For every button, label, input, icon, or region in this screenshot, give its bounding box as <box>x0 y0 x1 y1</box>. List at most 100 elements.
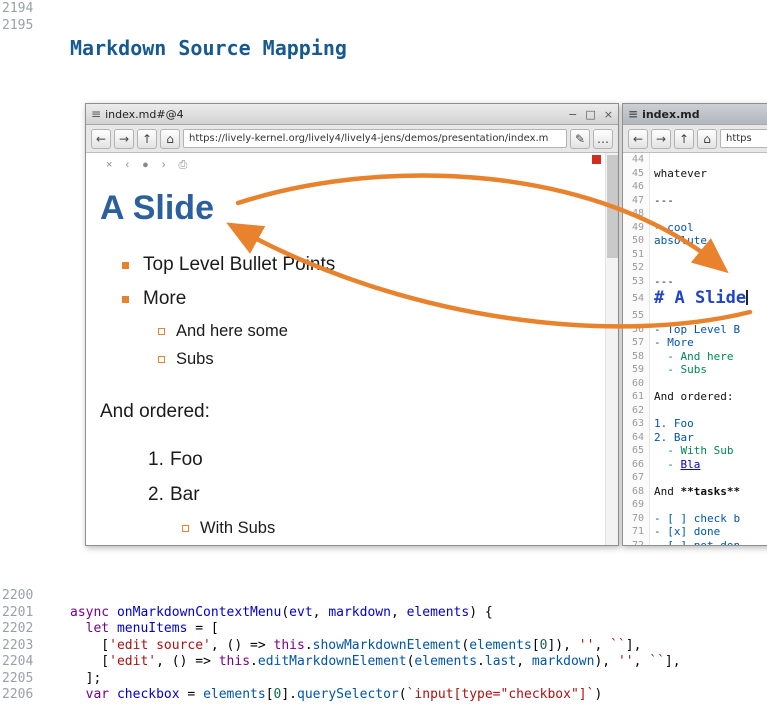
editor-line[interactable]: 53--- <box>623 275 767 289</box>
window-controls: − □ × <box>568 108 613 121</box>
editor-line[interactable]: 69 <box>623 498 767 512</box>
url-input[interactable]: https://lively-kernel.org/lively4/lively… <box>183 129 567 148</box>
editor-line-text: - [ ] check b <box>650 512 767 526</box>
back-button[interactable]: ← <box>91 129 111 149</box>
up-button[interactable]: ↑ <box>674 129 694 149</box>
line-number: 2206 <box>2 687 35 704</box>
close-button[interactable]: × <box>604 108 613 121</box>
code-line[interactable]: 2201async onMarkdownContextMenu(evt, mar… <box>2 605 765 622</box>
forward-button[interactable]: → <box>651 129 671 149</box>
editor-line[interactable]: 57- More <box>623 336 767 350</box>
forward-button[interactable]: → <box>114 129 134 149</box>
prev-slide-icon[interactable]: ‹ <box>125 159 129 172</box>
editor-line-text: - With Sub <box>650 444 767 458</box>
editor-line-text: absolute <box>650 234 767 248</box>
code-line-text: var checkbox = elements[0].querySelector… <box>70 687 602 704</box>
left-window-titlebar[interactable]: ≡ index.md#@4 − □ × <box>86 104 618 125</box>
line-number: 61 <box>623 390 650 404</box>
editor-line-text: And **tasks** <box>650 485 767 499</box>
edit-pencil-button[interactable]: ✎ <box>570 129 590 149</box>
up-button[interactable]: ↑ <box>137 129 157 149</box>
editor-line[interactable]: 47--- <box>623 194 767 208</box>
menu-icon[interactable]: ≡ <box>628 107 638 121</box>
editor-line[interactable]: 56- Top Level B <box>623 323 767 337</box>
editor-line-text: - Top Level B <box>650 323 767 337</box>
close-icon[interactable]: × <box>106 159 112 172</box>
editor-line[interactable]: 48 <box>623 207 767 221</box>
editor-line[interactable]: 54# A Slide <box>623 288 767 309</box>
code-line[interactable]: 2206 var checkbox = elements[0].querySel… <box>2 687 765 704</box>
section-heading: Markdown Source Mapping <box>70 36 347 60</box>
editor-window-source: ≡ index.md ← → ↑ ⌂ https 4445whatever464… <box>622 103 767 546</box>
editor-line[interactable]: 66 - Bla <box>623 458 767 472</box>
code-block[interactable]: 22002201async onMarkdownContextMenu(evt,… <box>2 588 765 704</box>
rendered-markdown-view: ×‹●›⎙ A SlideTop Level Bullet PointsMore… <box>86 153 618 545</box>
line-number: 2205 <box>2 671 35 688</box>
line-number: 65 <box>623 444 650 458</box>
editor-line-text <box>650 180 767 194</box>
editor-line[interactable]: 55 <box>623 309 767 323</box>
current-slide-icon[interactable]: ● <box>142 159 149 172</box>
code-line[interactable]: 2203 ['edit source', () => this.showMark… <box>2 638 765 655</box>
bullet-icon <box>158 328 165 335</box>
next-slide-icon[interactable]: › <box>162 159 166 172</box>
home-button[interactable]: ⌂ <box>160 129 180 149</box>
line-number: 62 <box>623 404 650 418</box>
code-line-text: let menuItems = [ <box>70 621 219 638</box>
editor-line[interactable]: 52 <box>623 261 767 275</box>
more-options-button[interactable]: … <box>593 129 613 149</box>
source-editor[interactable]: 4445whatever4647---4849- cool50absolute5… <box>623 153 767 545</box>
code-line[interactable]: 2202 let menuItems = [ <box>2 621 765 638</box>
print-icon[interactable]: ⎙ <box>178 159 187 172</box>
browser-window-rendered: ≡ index.md#@4 − □ × ← → ↑ ⌂ https://live… <box>85 103 619 546</box>
bullet-item: With Subs <box>182 519 604 538</box>
editor-line[interactable]: 51 <box>623 248 767 262</box>
editor-line[interactable]: 50absolute <box>623 234 767 248</box>
editor-line[interactable]: 70- [ ] check b <box>623 512 767 526</box>
line-number: 52 <box>623 261 650 275</box>
editor-line[interactable]: 49- cool <box>623 221 767 235</box>
minimize-button[interactable]: − <box>568 108 577 121</box>
editor-line[interactable]: 631. Foo <box>623 417 767 431</box>
list-text: Foo <box>170 449 203 471</box>
editor-line-text: # A Slide <box>650 288 767 309</box>
editor-line[interactable]: 68And **tasks** <box>623 485 767 499</box>
editor-line[interactable]: 642. Bar <box>623 431 767 445</box>
line-number: 48 <box>623 207 650 221</box>
editor-line[interactable]: 59 - Subs <box>623 363 767 377</box>
editor-line[interactable]: 58 - And here <box>623 350 767 364</box>
editor-line[interactable]: 72- [ ] not don <box>623 539 767 546</box>
editor-line-text: --- <box>650 275 767 289</box>
maximize-button[interactable]: □ <box>585 108 595 121</box>
code-line-text: ]; <box>70 671 101 688</box>
editor-line-text <box>650 207 767 221</box>
editor-line[interactable]: 44 <box>623 153 767 167</box>
home-button[interactable]: ⌂ <box>697 129 717 149</box>
editor-line[interactable]: 62 <box>623 404 767 418</box>
editor-line[interactable]: 60 <box>623 377 767 391</box>
editor-line[interactable]: 45whatever <box>623 167 767 181</box>
editor-line[interactable]: 71- [x] done <box>623 525 767 539</box>
back-button[interactable]: ← <box>628 129 648 149</box>
text-cursor <box>746 290 748 305</box>
bullet-item: Top Level Bullet Points <box>122 254 604 276</box>
editor-line[interactable]: 61And ordered: <box>623 390 767 404</box>
scrollbar-thumb[interactable] <box>607 155 618 258</box>
list-text: Bar <box>170 484 200 506</box>
line-number: 2203 <box>2 638 35 655</box>
editor-line[interactable]: 67 <box>623 471 767 485</box>
vertical-scrollbar[interactable] <box>605 153 618 545</box>
code-line[interactable]: 2200 <box>2 588 765 605</box>
line-number: 2204 <box>2 654 35 671</box>
editor-line[interactable]: 65 - With Sub <box>623 444 767 458</box>
slide-title: A Slide <box>100 189 604 228</box>
bullet-text: Subs <box>176 350 214 369</box>
editor-line[interactable]: 46 <box>623 180 767 194</box>
code-line[interactable]: 2204 ['edit', () => this.editMarkdownEle… <box>2 654 765 671</box>
code-line[interactable]: 2205 ]; <box>2 671 765 688</box>
line-number: 58 <box>623 350 650 364</box>
right-window-titlebar[interactable]: ≡ index.md <box>623 104 767 125</box>
url-input[interactable]: https <box>720 129 767 148</box>
recording-indicator <box>592 155 601 164</box>
menu-icon[interactable]: ≡ <box>91 107 101 121</box>
